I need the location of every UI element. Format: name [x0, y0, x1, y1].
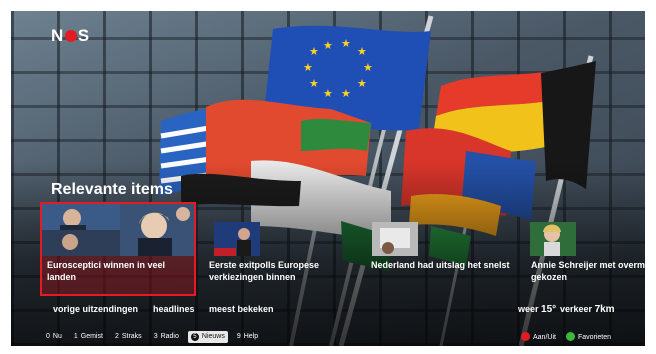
key-label: Gemist [80, 333, 103, 340]
green-key-favorieten[interactable]: Favorieten [565, 332, 612, 341]
nav-headlines[interactable]: headlines [153, 304, 195, 314]
teletext-key-bar: 0 Nu 1 Gemist 2 Straks 3 Radio 5 Nieuws 9 Help [43, 329, 261, 344]
traffic-info: verkeer 7km [560, 304, 615, 315]
weather-label: weer [518, 304, 539, 314]
key-nieuws[interactable]: 5 Nieuws [187, 330, 228, 343]
key-straks[interactable]: 2 Straks [112, 331, 145, 342]
news-card-3[interactable]: Nederland had uitslag het snelst [366, 204, 518, 294]
green-key-label: Favorieten [577, 334, 612, 341]
news-thumbnail [366, 204, 518, 256]
weather-value: 15° [541, 304, 557, 315]
logo-letter-s: S [77, 26, 90, 45]
bottom-gradient [11, 11, 645, 346]
news-thumbnail [204, 204, 356, 256]
red-key-label: Aan/Uit [533, 334, 556, 341]
nos-logo: NS [51, 26, 90, 46]
tv-screen: ★★★ ★★★ ★★★ ★ NS Relevante items [11, 11, 645, 346]
nav-most-viewed[interactable]: meest bekeken [209, 304, 274, 314]
key-radio[interactable]: 3 Radio [151, 331, 182, 342]
news-thumbnail [42, 204, 194, 256]
key-nu[interactable]: 0 Nu [43, 331, 65, 342]
key-label: Radio [160, 333, 179, 340]
news-thumbnail [526, 204, 645, 256]
key-number: 2 [114, 333, 119, 340]
key-number: 1 [73, 333, 78, 340]
news-card-2[interactable]: Eerste exitpolls Europese verkiezingen b… [204, 204, 356, 294]
news-caption: Eerste exitpolls Europese verkiezingen b… [209, 260, 320, 282]
news-caption: Nederland had uitslag het snelst [371, 260, 510, 270]
color-keys: Aan/Uit Favorieten [521, 329, 611, 344]
logo-letter-n: N [51, 26, 64, 45]
key-number: 5 [190, 332, 199, 341]
weather-info: weer 15° [518, 304, 556, 315]
key-label: Help [243, 333, 259, 340]
nav-previous-broadcasts[interactable]: vorige uitzendingen [53, 304, 138, 314]
key-gemist[interactable]: 1 Gemist [71, 331, 106, 342]
key-label: Nieuws [201, 333, 225, 340]
news-caption: Annie Schreijer met overma gekozen [531, 260, 645, 282]
key-label: Nu [52, 333, 62, 340]
traffic-label: verkeer [560, 304, 593, 314]
news-card-4[interactable]: Annie Schreijer met overma gekozen [526, 204, 645, 294]
logo-red-dot [64, 30, 77, 42]
traffic-value: 7km [594, 304, 615, 315]
key-number: 0 [46, 333, 50, 340]
key-number: 3 [153, 333, 158, 340]
green-button-icon [565, 332, 575, 341]
key-label: Straks [121, 333, 142, 340]
section-title: Relevante items [51, 181, 173, 198]
key-number: 9 [236, 333, 241, 340]
red-button-icon [521, 332, 530, 341]
key-help[interactable]: 9 Help [234, 331, 261, 342]
red-key-aan-uit[interactable]: Aan/Uit [521, 332, 556, 341]
news-card-1[interactable]: Eurosceptici winnen in veel landen [40, 202, 196, 296]
news-caption: Eurosceptici winnen in veel landen [47, 260, 166, 282]
